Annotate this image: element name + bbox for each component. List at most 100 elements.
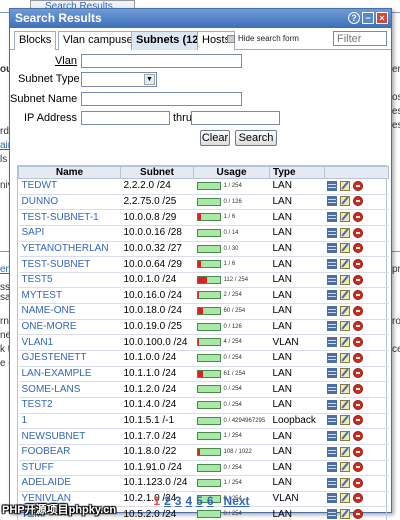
list-icon[interactable] xyxy=(326,337,337,348)
edit-icon[interactable] xyxy=(339,274,350,285)
edit-icon[interactable] xyxy=(339,368,350,379)
vlan-input[interactable] xyxy=(81,54,242,68)
delete-icon[interactable] xyxy=(352,430,363,441)
edit-icon[interactable] xyxy=(339,399,350,410)
subnet-name-link[interactable]: ONE-MORE xyxy=(18,319,121,336)
list-icon[interactable] xyxy=(326,446,337,457)
edit-icon[interactable] xyxy=(339,321,350,332)
subnet-name-link[interactable]: STUFF xyxy=(18,460,121,477)
page-link-5[interactable]: 5 xyxy=(196,494,203,508)
edit-icon[interactable] xyxy=(339,211,350,222)
subnet-name-link[interactable]: SAPI xyxy=(18,225,121,242)
delete-icon[interactable] xyxy=(352,274,363,285)
subnet-name-link[interactable]: MYTEST xyxy=(18,287,121,305)
list-icon[interactable] xyxy=(326,352,337,363)
page-link-1[interactable]: 1 xyxy=(153,494,160,508)
ip-address-to-input[interactable] xyxy=(191,111,280,125)
delete-icon[interactable] xyxy=(352,290,363,301)
close-icon[interactable]: × xyxy=(376,12,388,24)
subnet-name-link[interactable]: YETANOTHERLAN xyxy=(18,241,121,258)
subnet-name-input[interactable] xyxy=(81,92,242,106)
list-icon[interactable] xyxy=(326,290,337,301)
delete-icon[interactable] xyxy=(352,243,363,254)
delete-icon[interactable] xyxy=(352,227,363,238)
hide-search-form-link[interactable]: Hide search form xyxy=(227,34,299,43)
subnet-name-link[interactable]: DUNNO xyxy=(18,194,121,211)
list-icon[interactable] xyxy=(326,227,337,238)
subnet-name-link[interactable]: TEST-SUBNET xyxy=(18,256,121,273)
list-icon[interactable] xyxy=(326,415,337,426)
ip-address-from-input[interactable] xyxy=(81,111,170,125)
edit-icon[interactable] xyxy=(339,258,350,269)
delete-icon[interactable] xyxy=(352,384,363,394)
tab-blocks[interactable]: Blocks xyxy=(14,31,57,50)
delete-icon[interactable] xyxy=(352,305,363,316)
subnet-name-link[interactable]: TEST2 xyxy=(18,397,121,414)
edit-icon[interactable] xyxy=(339,477,350,488)
list-icon[interactable] xyxy=(326,368,337,379)
list-icon[interactable] xyxy=(326,399,337,410)
column-header-type[interactable]: Type xyxy=(269,166,325,179)
subnet-name-link[interactable]: NAME-ONE xyxy=(18,303,121,320)
list-icon[interactable] xyxy=(326,430,337,441)
subnet-name-link[interactable]: TEST5 xyxy=(18,272,121,289)
list-icon[interactable] xyxy=(326,258,337,269)
delete-icon[interactable] xyxy=(352,180,363,191)
list-icon[interactable] xyxy=(326,196,337,207)
list-icon[interactable] xyxy=(326,274,337,285)
edit-icon[interactable] xyxy=(339,337,350,348)
edit-icon[interactable] xyxy=(339,384,350,394)
delete-icon[interactable] xyxy=(352,399,363,410)
edit-icon[interactable] xyxy=(339,180,350,191)
delete-icon[interactable] xyxy=(352,196,363,207)
search-button[interactable]: Search xyxy=(235,130,277,146)
subnet-name-link[interactable]: TEDWT xyxy=(18,178,121,195)
subnet-name-link[interactable]: LAN-EXAMPLE xyxy=(18,366,121,383)
delete-icon[interactable] xyxy=(352,462,363,473)
list-icon[interactable] xyxy=(326,509,337,520)
list-icon[interactable] xyxy=(326,477,337,488)
subnet-name-link[interactable]: VLAN1 xyxy=(18,334,121,352)
subnet-name-link[interactable]: FOOBEAR xyxy=(18,444,121,461)
subnet-name-link[interactable]: GJESTENETT xyxy=(18,350,121,367)
column-header-subnet[interactable]: Subnet xyxy=(120,166,194,179)
edit-icon[interactable] xyxy=(339,305,350,316)
page-link-6[interactable]: 6 xyxy=(207,494,214,508)
subnet-type-select[interactable]: ▼ xyxy=(81,72,157,87)
edit-icon[interactable] xyxy=(339,352,350,363)
dialog-titlebar[interactable]: Search Results ? − × xyxy=(10,9,391,28)
delete-icon[interactable] xyxy=(352,337,363,348)
help-icon[interactable]: ? xyxy=(348,12,360,24)
list-icon[interactable] xyxy=(326,243,337,254)
column-header-name[interactable]: Name xyxy=(18,166,121,179)
page-link-3[interactable]: 3 xyxy=(175,494,182,508)
filter-input[interactable] xyxy=(333,31,387,46)
edit-icon[interactable] xyxy=(339,227,350,238)
delete-icon[interactable] xyxy=(352,477,363,488)
edit-icon[interactable] xyxy=(339,243,350,254)
subnet-name-link[interactable]: NEWSUBNET xyxy=(18,428,121,445)
page-link-4[interactable]: 4 xyxy=(185,494,192,508)
edit-icon[interactable] xyxy=(339,415,350,426)
edit-icon[interactable] xyxy=(339,509,350,520)
subnet-name-link[interactable]: ADELAIDE xyxy=(18,475,121,492)
list-icon[interactable] xyxy=(326,211,337,222)
delete-icon[interactable] xyxy=(352,368,363,379)
edit-icon[interactable] xyxy=(339,430,350,441)
list-icon[interactable] xyxy=(326,305,337,316)
column-header-usage[interactable]: Usage xyxy=(193,166,270,179)
delete-icon[interactable] xyxy=(352,446,363,457)
delete-icon[interactable] xyxy=(352,211,363,222)
edit-icon[interactable] xyxy=(339,196,350,207)
page-link-2[interactable]: 2 xyxy=(164,494,171,508)
edit-icon[interactable] xyxy=(339,290,350,301)
list-icon[interactable] xyxy=(326,462,337,473)
edit-icon[interactable] xyxy=(339,446,350,457)
delete-icon[interactable] xyxy=(352,258,363,269)
subnet-name-link[interactable]: TEST-SUBNET-1 xyxy=(18,209,121,226)
edit-icon[interactable] xyxy=(339,462,350,473)
next-page-link[interactable]: Next xyxy=(224,494,250,508)
delete-icon[interactable] xyxy=(352,352,363,363)
clear-button[interactable]: Clear xyxy=(200,130,230,146)
subnet-name-link[interactable]: SOME-LANS xyxy=(18,381,121,398)
